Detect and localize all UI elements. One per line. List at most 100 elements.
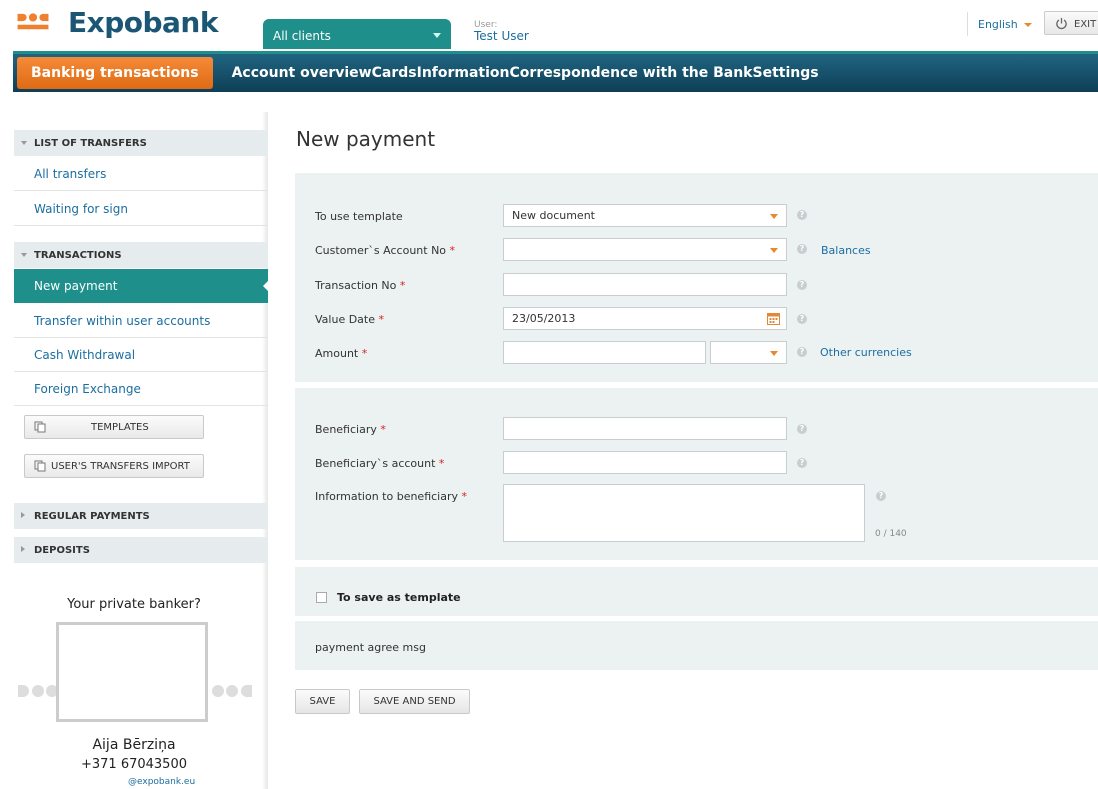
sidebar-item-transfer-within-accounts[interactable]: Transfer within user accounts <box>14 304 268 338</box>
nav-cards[interactable]: Cards <box>372 57 417 89</box>
user-info: User: Test User <box>474 20 529 42</box>
copy-icon <box>34 421 46 433</box>
chevron-down-icon <box>1023 23 1032 27</box>
nav-information[interactable]: Information <box>417 57 510 89</box>
char-counter: 0 / 140 <box>875 529 907 539</box>
template-select[interactable]: New document <box>503 204 787 227</box>
account-label-text: Customer`s Account No <box>315 244 447 257</box>
language-selector[interactable]: English <box>967 12 1032 36</box>
chevron-down-icon <box>770 248 778 253</box>
help-icon[interactable]: ? <box>797 347 807 357</box>
transaction-no-input[interactable] <box>503 273 787 296</box>
amount-input[interactable] <box>503 341 706 364</box>
templates-button-label: TEMPLATES <box>91 422 149 433</box>
help-icon[interactable]: ? <box>797 210 807 220</box>
save-as-template-checkbox[interactable] <box>316 592 327 603</box>
required-asterisk: * <box>380 423 386 436</box>
value-date-label-text: Value Date <box>315 313 375 326</box>
nav-account-overview[interactable]: Account overview <box>232 57 372 89</box>
save-and-send-button[interactable]: SAVE AND SEND <box>359 689 470 714</box>
help-icon[interactable]: ? <box>876 491 886 501</box>
triangle-down-icon <box>21 141 27 145</box>
section-transactions[interactable]: TRANSACTIONS <box>14 242 268 268</box>
help-icon[interactable]: ? <box>797 314 807 324</box>
banker-photo <box>56 622 208 722</box>
sidebar-item-waiting-for-sign[interactable]: Waiting for sign <box>14 192 268 226</box>
copy-icon <box>34 460 46 472</box>
chevron-down-icon <box>433 33 441 38</box>
nav-settings[interactable]: Settings <box>753 57 819 89</box>
required-asterisk: * <box>438 457 445 470</box>
language-label: English <box>978 18 1018 31</box>
sidebar-item-new-payment[interactable]: New payment <box>14 269 268 303</box>
help-icon[interactable]: ? <box>797 458 807 468</box>
nav-banking-transactions[interactable]: Banking transactions <box>17 57 213 89</box>
required-asterisk: * <box>461 490 468 503</box>
help-icon[interactable]: ? <box>797 244 807 254</box>
section-deposits[interactable]: DEPOSITS <box>14 537 268 563</box>
logo-text: Expobank <box>68 6 218 39</box>
main-navigation: Banking transactions Account overview Ca… <box>13 51 1098 92</box>
triangle-right-icon <box>21 546 25 552</box>
currency-select[interactable] <box>710 341 787 364</box>
transaction-no-label: Transaction No * <box>315 279 405 292</box>
banker-phone: +371 67043500 <box>80 757 187 772</box>
client-selector-label: All clients <box>273 29 331 43</box>
section-label: TRANSACTIONS <box>34 250 122 261</box>
account-select[interactable] <box>503 238 787 261</box>
other-currencies-link[interactable]: Other currencies <box>820 346 912 359</box>
banker-name: Aija Bērziņa <box>92 737 176 753</box>
banker-email-link[interactable]: @expobank.eu <box>128 777 195 787</box>
section-regular-payments[interactable]: REGULAR PAYMENTS <box>14 503 268 529</box>
section-list-of-transfers[interactable]: LIST OF TRANSFERS <box>14 130 268 156</box>
transfers-import-button[interactable]: USER'S TRANSFERS IMPORT <box>24 454 204 478</box>
calendar-icon[interactable] <box>767 312 780 325</box>
save-as-template-label[interactable]: To save as template <box>337 591 461 604</box>
value-date-input[interactable]: 23/05/2013 <box>503 307 787 330</box>
required-asterisk: * <box>449 244 456 257</box>
help-icon[interactable]: ? <box>797 280 807 290</box>
power-icon <box>1056 17 1067 30</box>
page: Expobank All clients User: Test User Eng… <box>0 0 1098 789</box>
logo-mark-icon <box>17 13 49 30</box>
beneficiary-info-label: Information to beneficiary * <box>315 490 467 503</box>
beneficiary-info-label-text: Information to beneficiary <box>315 490 459 503</box>
section-label: REGULAR PAYMENTS <box>34 511 150 522</box>
template-select-value: New document <box>512 209 595 222</box>
sidebar-item-cash-withdrawal[interactable]: Cash Withdrawal <box>14 338 268 372</box>
section-label: DEPOSITS <box>34 545 90 556</box>
help-icon[interactable]: ? <box>797 424 807 434</box>
save-button[interactable]: SAVE <box>295 689 350 714</box>
value-date-label: Value Date * <box>315 313 384 326</box>
templates-button[interactable]: TEMPLATES <box>24 415 204 439</box>
beneficiary-account-input[interactable] <box>503 451 787 474</box>
template-label: To use template <box>315 210 403 223</box>
client-selector[interactable]: All clients <box>263 19 451 49</box>
required-asterisk: * <box>378 313 385 326</box>
page-title: New payment <box>296 127 436 151</box>
transfers-import-button-label: USER'S TRANSFERS IMPORT <box>51 461 190 472</box>
balances-link[interactable]: Balances <box>821 244 871 257</box>
sidebar-item-all-transfers[interactable]: All transfers <box>14 157 268 191</box>
beneficiary-info-textarea[interactable] <box>503 484 865 542</box>
beneficiary-input[interactable] <box>503 417 787 440</box>
account-label: Customer`s Account No * <box>315 244 455 257</box>
beneficiary-label-text: Beneficiary <box>315 423 377 436</box>
required-asterisk: * <box>399 279 406 292</box>
nav-correspondence[interactable]: Correspondence with the Bank <box>510 57 753 89</box>
amount-label-text: Amount <box>315 347 359 360</box>
chevron-down-icon <box>770 351 778 356</box>
triangle-right-icon <box>21 512 25 518</box>
amount-label: Amount * <box>315 347 367 360</box>
beneficiary-label: Beneficiary * <box>315 423 386 436</box>
exit-button[interactable]: EXIT <box>1044 11 1098 35</box>
agreement-message: payment agree msg <box>315 641 426 654</box>
triangle-down-icon <box>21 253 27 257</box>
user-name-link[interactable]: Test User <box>474 30 529 42</box>
required-asterisk: * <box>361 347 368 360</box>
private-banker-title: Your private banker? <box>67 597 201 612</box>
exit-label: EXIT <box>1074 19 1097 30</box>
section-label: LIST OF TRANSFERS <box>34 138 147 149</box>
beneficiary-account-label: Beneficiary`s account * <box>315 457 444 470</box>
sidebar-item-foreign-exchange[interactable]: Foreign Exchange <box>14 372 268 406</box>
